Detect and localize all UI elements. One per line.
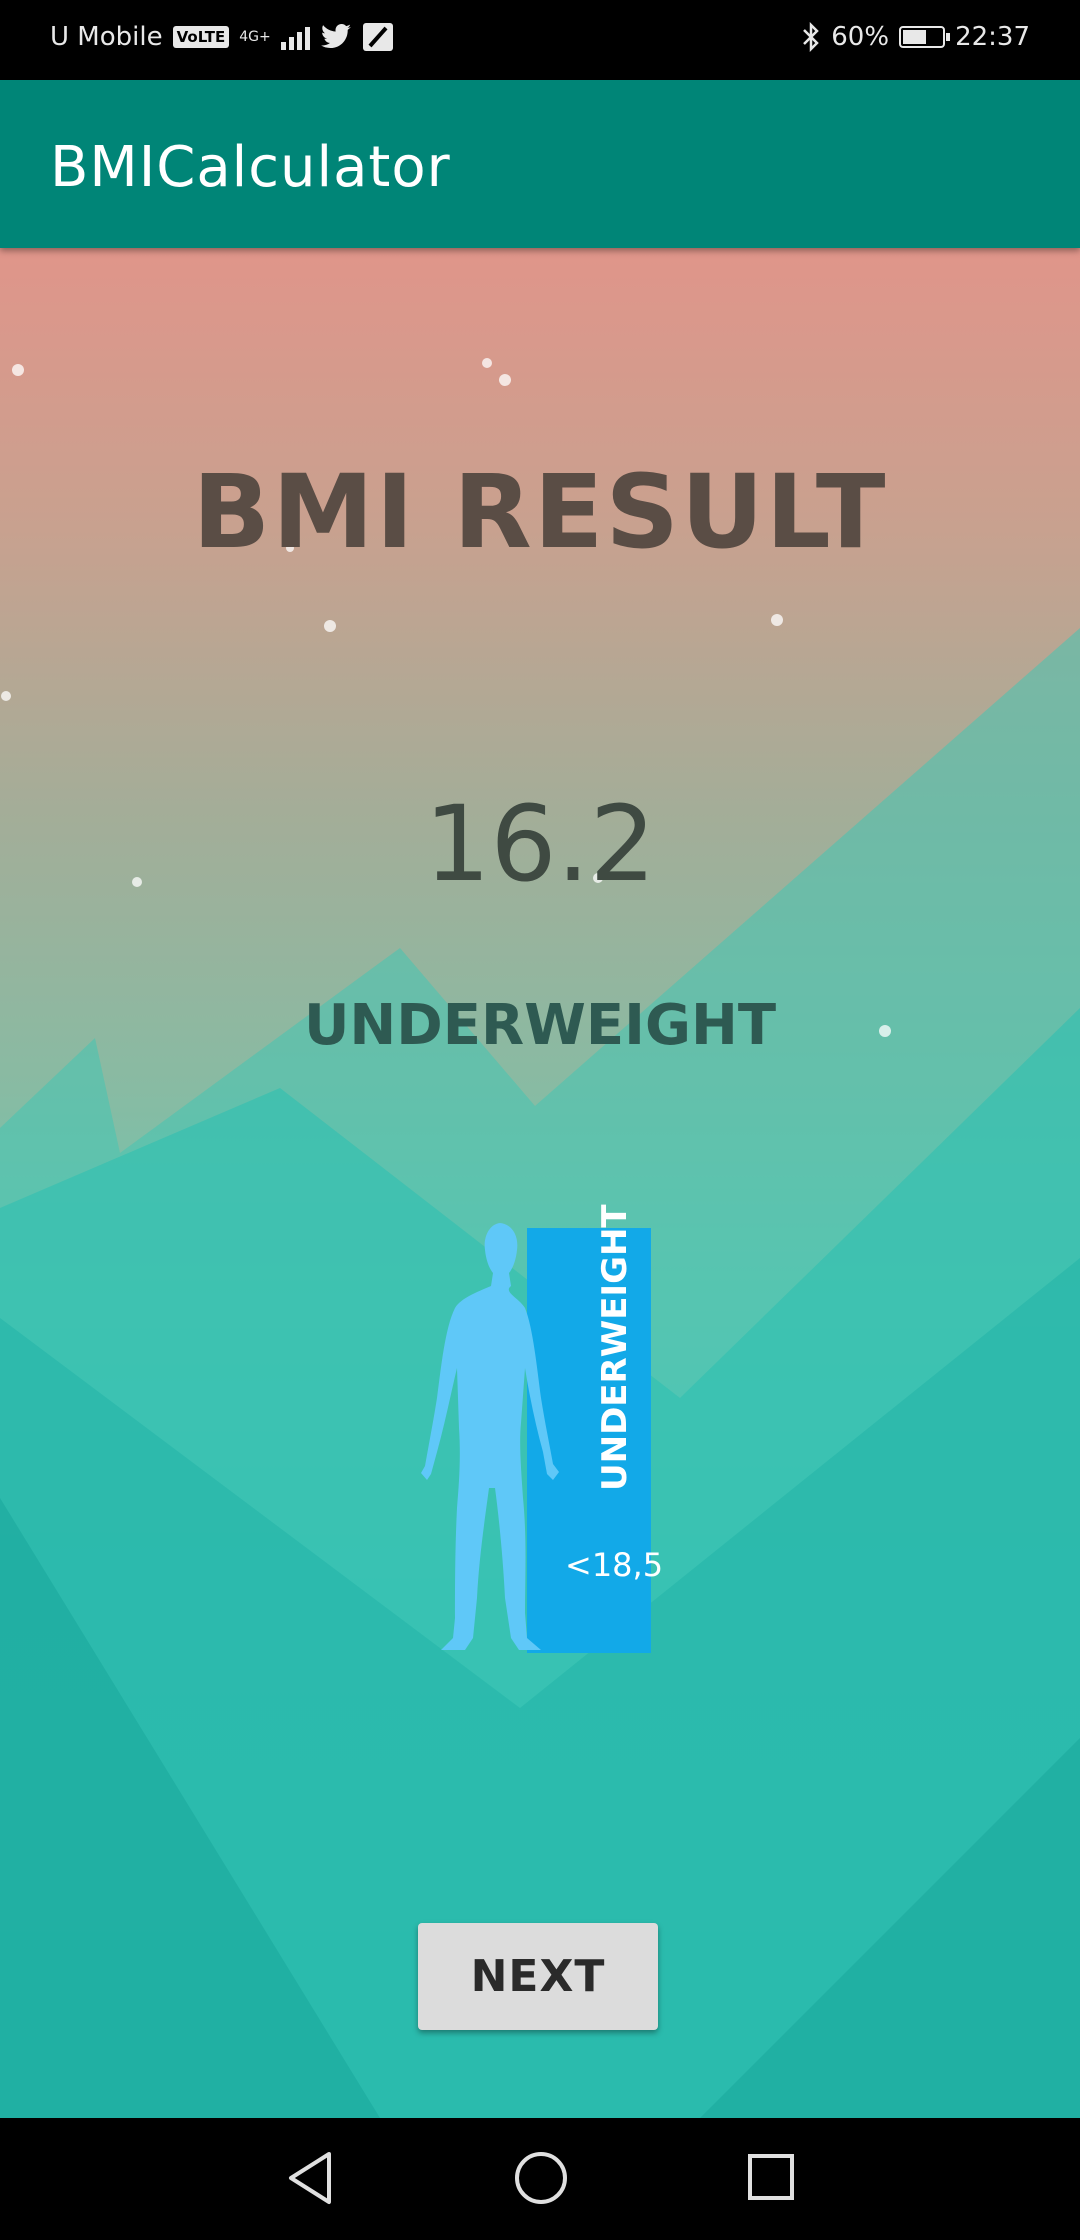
navigation-bar	[0, 2118, 1080, 2240]
app-notification-icon	[362, 23, 393, 51]
bluetooth-icon	[803, 22, 820, 52]
body-illustration: UNDERWEIGHT <18,5	[415, 1204, 664, 1678]
next-button[interactable]: NEXT	[418, 1923, 658, 2030]
battery-percent: 60%	[831, 22, 890, 52]
result-title: BMI RESULT	[192, 453, 888, 572]
app-title: BMICalculator	[50, 135, 451, 200]
back-icon[interactable]	[285, 2148, 335, 2208]
battery-icon	[899, 26, 951, 48]
content-area: BMI RESULT 16.2 UNDERWEIGHT UNDERWEIGHT …	[0, 248, 1080, 2118]
status-right: 60% 22:37	[801, 22, 1030, 52]
signal-strength-icon	[280, 24, 310, 50]
recents-icon[interactable]	[746, 2148, 796, 2208]
network-type: 4G+	[239, 29, 271, 45]
battery-level	[903, 30, 926, 44]
volte-badge: VoLTE	[172, 26, 230, 48]
range-label: UNDERWEIGHT	[595, 1204, 635, 1492]
status-left: U Mobile VoLTE 4G+	[50, 22, 394, 52]
bmi-category: UNDERWEIGHT	[303, 993, 777, 1058]
range-threshold: <18,5	[565, 1546, 664, 1584]
app-bar: BMICalculator	[0, 80, 1080, 248]
clock: 22:37	[955, 22, 1030, 52]
status-bar: U Mobile VoLTE 4G+ 60% 22:37	[0, 0, 1080, 80]
bmi-result-screen: U Mobile VoLTE 4G+ 60% 22:37 BMICalculat…	[0, 0, 1080, 2240]
twitter-icon	[320, 24, 351, 48]
carrier-name: U Mobile	[50, 22, 163, 52]
bmi-value: 16.2	[424, 783, 656, 905]
home-icon[interactable]	[513, 2148, 569, 2208]
